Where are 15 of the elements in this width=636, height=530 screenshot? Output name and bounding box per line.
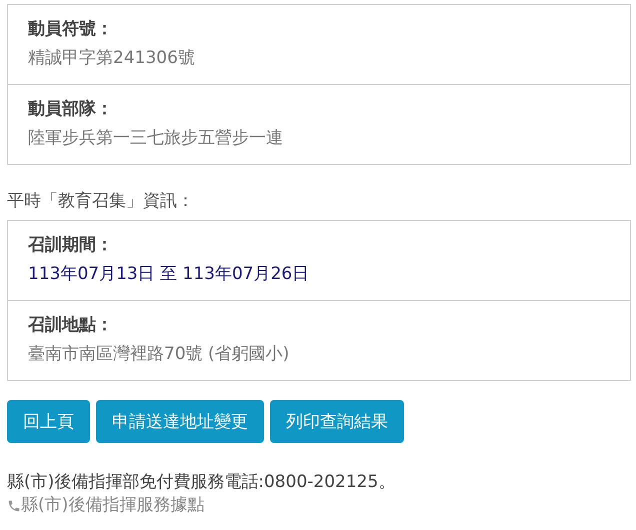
- section-heading: 平時「教育召集」資訊：: [7, 190, 195, 212]
- field-label: 召訓地點：: [28, 314, 114, 337]
- action-button[interactable]: 回上頁: [7, 400, 90, 443]
- field-label: 召訓期間：: [28, 234, 114, 257]
- field-label: 動員符號：: [28, 18, 114, 41]
- service-locations-link[interactable]: 縣(市)後備指揮服務據點: [21, 494, 204, 517]
- field-value: 精誠甲字第241306號: [28, 47, 196, 70]
- action-button[interactable]: 列印查詢結果: [270, 400, 404, 443]
- field-label: 動員部隊：: [28, 98, 114, 121]
- field-value: 臺南市南區灣裡路70號 (省躬國小): [28, 343, 290, 366]
- phone-icon: [7, 498, 21, 512]
- action-button[interactable]: 申請送達地址變更: [96, 400, 264, 443]
- field-value: 113年07月13日 至 113年07月26日: [28, 263, 310, 286]
- hotline-text: 縣(市)後備指揮部免付費服務電話:0800-202125。: [7, 471, 396, 494]
- field-value: 陸軍步兵第一三七旅步五營步一連: [28, 127, 284, 150]
